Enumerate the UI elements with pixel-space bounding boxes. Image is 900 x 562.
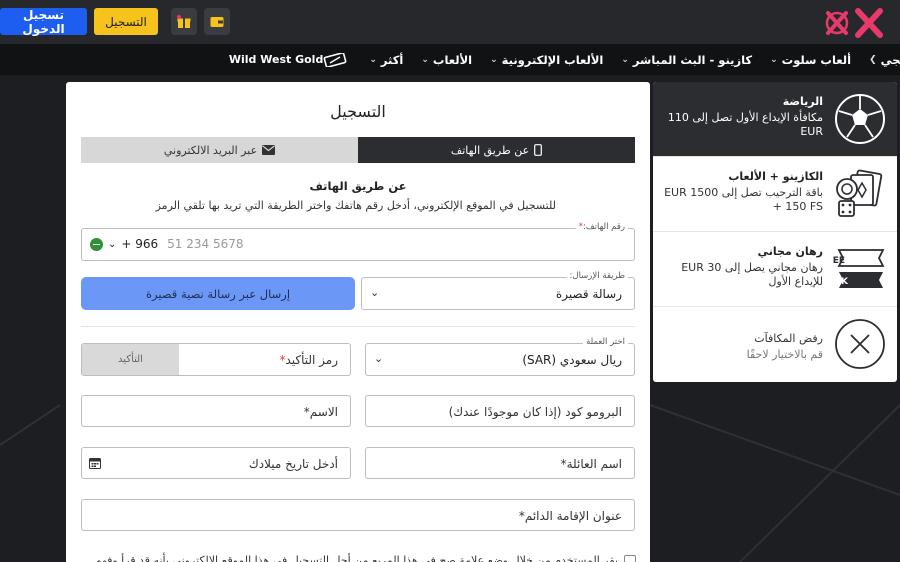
chevron-down-icon: ⌄ xyxy=(621,54,629,65)
bonus-description: رهان مجاني يصل إلى EUR 30 للإيداع الأول xyxy=(681,261,823,288)
chevron-down-icon: ⌄ xyxy=(490,54,498,65)
first-name-input[interactable]: الاسم* xyxy=(81,395,351,427)
main-nav: ويجي❯ ألعاب سلوت⌄ كازينو - البث المباشر⌄… xyxy=(0,44,900,75)
tickets-icon xyxy=(323,52,347,67)
bonus-option-casino[interactable]: الكازينو + الألعاب باقة الترحيب تصل إلى … xyxy=(653,157,897,232)
nav-item-more[interactable]: أكثر ⌄ xyxy=(369,53,403,67)
chevron-down-icon: ⌄ xyxy=(374,352,384,365)
phone-field[interactable]: رقم الهاتف:* ⌄ + 966 51 234 5678 xyxy=(81,222,635,261)
register-button[interactable]: التسجيل xyxy=(94,8,158,35)
bonus-description: مكافأة الإيداع الأول تصل إلى 110 EUR xyxy=(667,111,823,138)
top-bar: تسجيل الدخول التسجيل xyxy=(0,0,900,44)
confirm-code-button[interactable]: التأكيد xyxy=(82,344,179,375)
nav-item-slots[interactable]: ألعاب سلوت ⌄ xyxy=(770,53,851,67)
chevron-down-icon: ⌄ xyxy=(369,54,377,65)
send-sms-button[interactable]: إرسال عبر رسالة نصية قصيرة xyxy=(81,277,355,310)
section-subheading: عن طريق الهاتف xyxy=(309,179,407,193)
chevron-down-icon: ⌄ xyxy=(370,286,380,299)
envelope-icon xyxy=(262,145,276,155)
site-logo-icon[interactable] xyxy=(822,7,884,39)
terms-checkbox[interactable] xyxy=(624,555,636,562)
form-title: التسجيل xyxy=(330,102,386,121)
login-button[interactable]: تسجيل الدخول xyxy=(0,8,87,36)
confirmation-code-input[interactable]: رمز التأكيد* xyxy=(279,353,338,367)
registration-form: التسجيل عن طريق الهاتف عبر البريد الالكت… xyxy=(66,82,650,562)
bonus-title: رفض المكافآت xyxy=(754,332,823,345)
tab-email[interactable]: عبر البريد الالكتروني xyxy=(81,137,358,163)
currency-select[interactable]: اختر العملة ريال سعودي (SAR) ⌄ xyxy=(365,337,635,376)
send-method-value: رسالة قصيرة xyxy=(555,287,622,301)
nav-item-wild-west-gold[interactable]: Wild West Gold xyxy=(229,52,351,67)
registration-instructions: للتسجيل في الموقع الإلكتروني، أدخل رقم ه… xyxy=(155,199,556,212)
nav-item-games[interactable]: الألعاب ⌄ xyxy=(421,53,472,67)
send-method-select[interactable]: طريقة الإرسال: رسالة قصيرة ⌄ xyxy=(361,271,635,310)
bonus-description: باقة الترحيب تصل إلى EUR 1500 + 150 FS xyxy=(664,186,823,213)
promo-code-input[interactable]: البرومو كود (إذا كان موجودًا عندك) xyxy=(365,395,635,427)
phone-icon xyxy=(534,144,543,156)
bonus-description: قم بالاختيار لاحقًا xyxy=(746,348,823,361)
casino-chips-cards-icon xyxy=(836,169,883,217)
address-input[interactable]: عنوان الإقامة الدائم* xyxy=(81,499,635,531)
phone-input[interactable]: 51 234 5678 xyxy=(167,237,243,251)
currency-value: ريال سعودي (SAR) xyxy=(522,353,622,367)
bonus-title: رهان مجاني xyxy=(757,245,823,258)
calendar-icon xyxy=(89,458,101,469)
currency-label: اختر العملة xyxy=(583,337,628,347)
last-name-input[interactable]: اسم العائلة* xyxy=(365,447,635,479)
chevron-down-icon: ⌄ xyxy=(108,238,117,250)
chevron-down-icon: ❯ xyxy=(869,54,877,65)
bonus-title: الكازينو + الألعاب xyxy=(728,170,823,183)
bonus-selector: الرياضة مكافأة الإيداع الأول تصل إلى 110… xyxy=(653,82,897,382)
terms-text: يقر المستخدم من خلال وضع علامة صح في هذا… xyxy=(94,554,618,562)
registration-tabs: عن طريق الهاتف عبر البريد الالكتروني xyxy=(81,137,635,163)
free-risk-ticket-icon: FREE RISK xyxy=(833,249,885,288)
bonus-title: الرياضة xyxy=(782,95,823,108)
svg-text:FREE: FREE xyxy=(833,256,845,266)
saudi-flag-icon xyxy=(90,237,103,251)
svg-text:RISK: RISK xyxy=(833,277,849,287)
divider xyxy=(81,326,635,327)
chevron-down-icon: ⌄ xyxy=(421,54,429,65)
nav-item-live-casino[interactable]: كازينو - البث المباشر ⌄ xyxy=(621,53,752,67)
terms-consent: يقر المستخدم من خلال وضع علامة صح في هذا… xyxy=(95,554,636,562)
gift-icon xyxy=(177,14,191,28)
soccer-ball-icon xyxy=(835,94,885,144)
gift-button[interactable] xyxy=(171,8,197,35)
bonus-option-decline[interactable]: رفض المكافآت قم بالاختيار لاحقًا xyxy=(653,307,897,382)
country-code-selector[interactable]: ⌄ + 966 51 234 5678 xyxy=(90,237,244,251)
bonus-option-free-bet[interactable]: FREE RISK رهان مجاني رهان مجاني يصل إلى … xyxy=(653,232,897,307)
send-method-label: طريقة الإرسال: xyxy=(566,271,628,281)
wallet-icon xyxy=(210,16,224,27)
tab-phone[interactable]: عن طريق الهاتف xyxy=(358,137,635,163)
chevron-down-icon: ⌄ xyxy=(770,54,778,65)
country-code: + 966 xyxy=(121,237,159,251)
confirmation-code-field[interactable]: رمز التأكيد* التأكيد xyxy=(81,343,351,376)
phone-label: رقم الهاتف:* xyxy=(575,222,628,232)
birthdate-input[interactable]: أدخل تاريخ ميلادك xyxy=(81,447,351,479)
nav-item-esports[interactable]: الألعاب الإلكترونية ⌄ xyxy=(490,53,603,67)
close-circle-icon xyxy=(835,319,885,369)
wallet-button[interactable] xyxy=(204,8,230,35)
nav-item-1[interactable]: ويجي❯ xyxy=(869,53,900,67)
bonus-option-sports[interactable]: الرياضة مكافأة الإيداع الأول تصل إلى 110… xyxy=(653,82,897,157)
